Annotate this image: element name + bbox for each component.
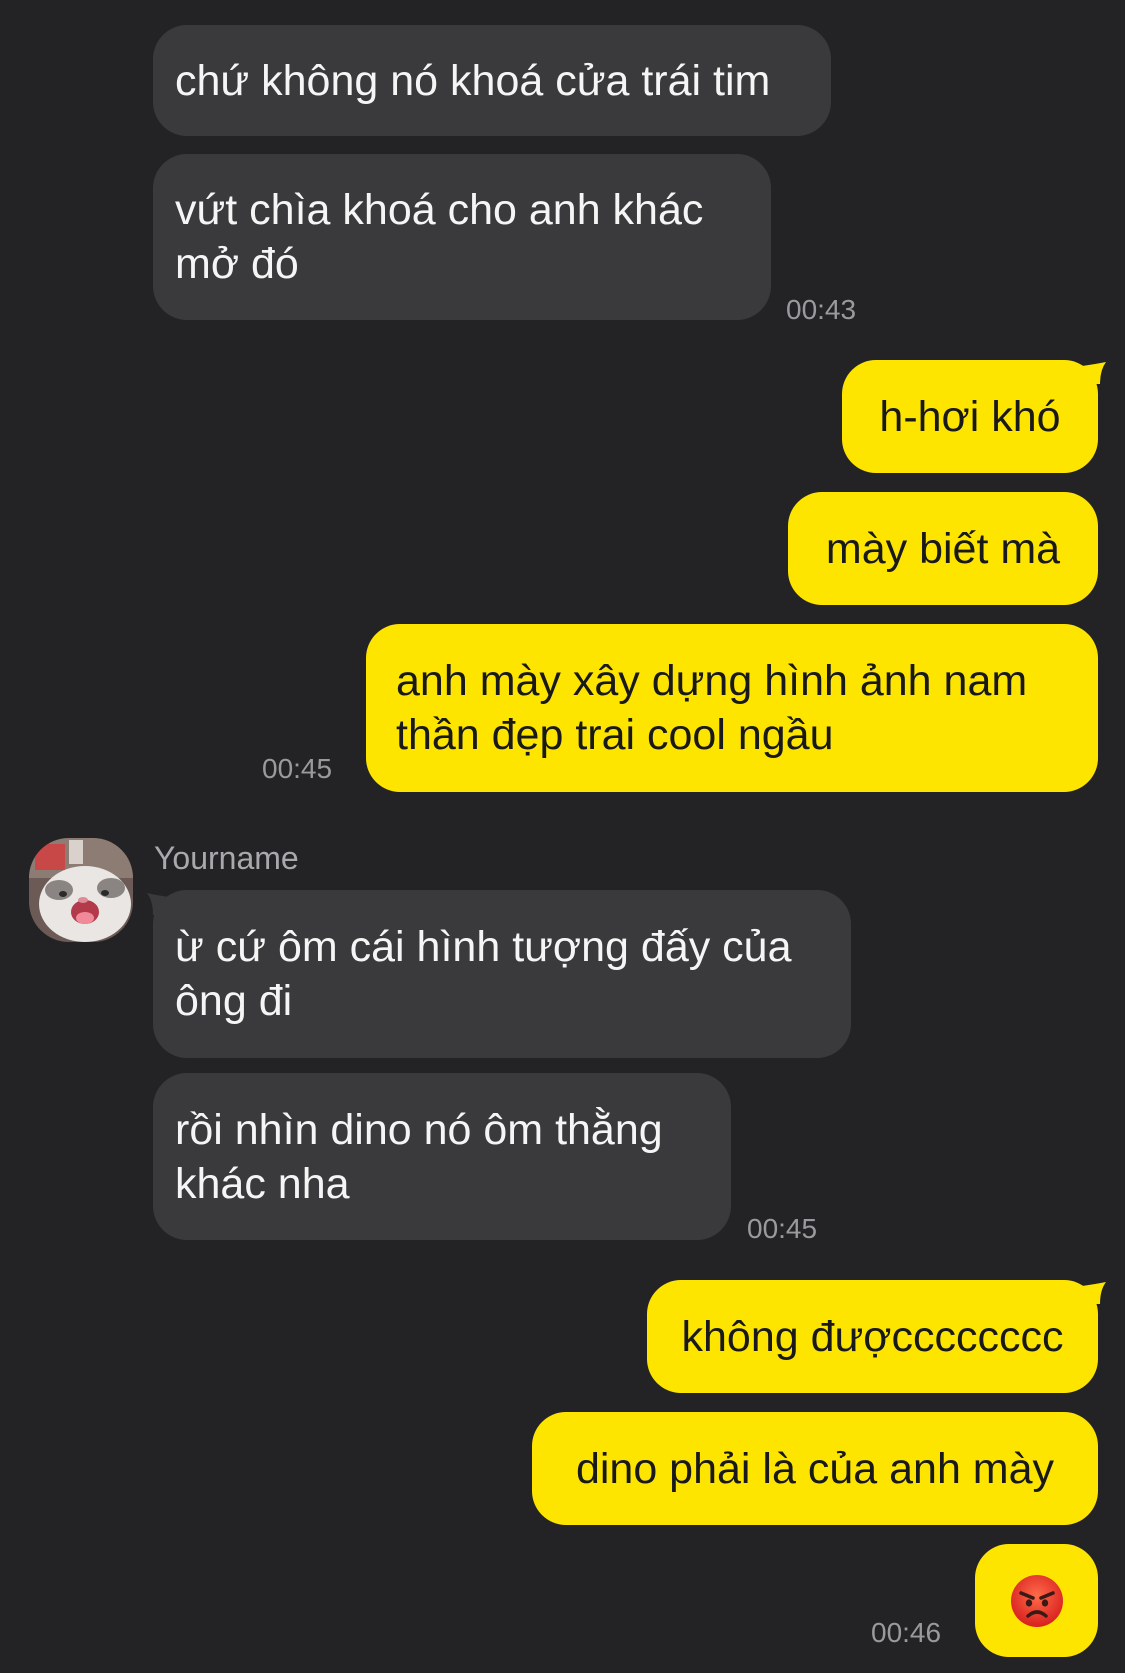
message-text: rồi nhìn dino nó ôm thằng bbox=[175, 1105, 663, 1154]
incoming-message[interactable]: chứ không nó khoá cửa trái tim bbox=[153, 25, 831, 136]
outgoing-message[interactable]: h-hơi khó bbox=[842, 360, 1098, 473]
message-text: ừ cứ ôm cái hình tượng đấy của bbox=[175, 923, 792, 971]
message-text: khác nha bbox=[175, 1159, 350, 1208]
incoming-message[interactable]: ừ cứ ôm cái hình tượng đấy của ông đi bbox=[153, 890, 851, 1058]
message-text: thần đẹp trai cool ngầu bbox=[396, 711, 834, 759]
angry-face-emoji bbox=[1010, 1574, 1063, 1627]
incoming-message[interactable]: vứt chìa khoá cho anh khác mở đó bbox=[153, 154, 771, 320]
sender-name: Yourname bbox=[154, 840, 299, 876]
bubble-tail-icon bbox=[1082, 362, 1106, 384]
message-text: không đượcccccccc bbox=[681, 1312, 1064, 1361]
message-text: anh mày xây dựng hình ảnh nam bbox=[396, 657, 1028, 705]
message-timestamp: 00:43 bbox=[786, 294, 857, 325]
message-text: mày biết mà bbox=[825, 524, 1061, 573]
outgoing-message[interactable] bbox=[975, 1544, 1098, 1657]
cat-avatar-icon bbox=[29, 838, 133, 942]
message-timestamp: 00:46 bbox=[871, 1617, 942, 1648]
incoming-message[interactable]: rồi nhìn dino nó ôm thằng khác nha bbox=[153, 1073, 731, 1240]
message-text: h-hơi khó bbox=[879, 392, 1061, 441]
outgoing-message[interactable]: mày biết mà bbox=[788, 492, 1098, 605]
message-timestamp: 00:45 bbox=[262, 753, 333, 784]
message-text: chứ không nó khoá cửa trái tim bbox=[175, 56, 771, 105]
outgoing-message[interactable]: dino phải là của anh mày bbox=[532, 1412, 1098, 1525]
message-text: vứt chìa khoá cho anh khác bbox=[175, 186, 704, 234]
contact-avatar[interactable] bbox=[29, 838, 133, 942]
message-text: ông đi bbox=[175, 977, 293, 1025]
message-timestamp: 00:45 bbox=[747, 1213, 818, 1244]
chat-thread: chứ không nó khoá cửa trái tim vứt chìa … bbox=[0, 0, 1125, 1673]
outgoing-message[interactable]: không đượcccccccc bbox=[647, 1280, 1098, 1393]
message-text: mở đó bbox=[175, 240, 299, 288]
bubble-tail-icon bbox=[1082, 1282, 1106, 1304]
outgoing-message[interactable]: anh mày xây dựng hình ảnh nam thần đẹp t… bbox=[366, 624, 1098, 792]
message-text: dino phải là của anh mày bbox=[575, 1444, 1055, 1493]
